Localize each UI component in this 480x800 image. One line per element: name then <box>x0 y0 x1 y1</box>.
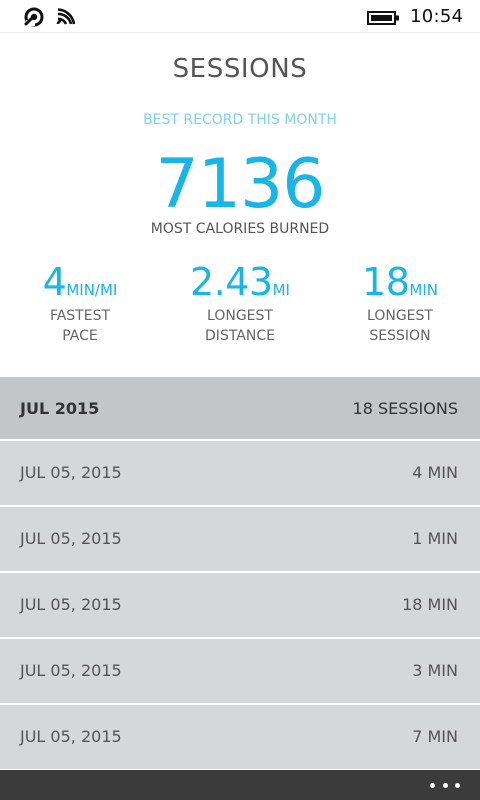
session-row[interactable]: JUL 05, 2015 7 MIN <box>0 705 480 771</box>
session-count: 18 SESSIONS <box>352 399 458 418</box>
stat-label-line2: SESSION <box>369 328 431 344</box>
page-title: SESSIONS <box>172 54 308 84</box>
stat-unit: MI <box>272 281 290 299</box>
calories-label: MOST CALORIES BURNED <box>150 221 330 237</box>
more-icon[interactable] <box>430 778 460 792</box>
stat-unit: MIN <box>409 281 438 299</box>
best-record-label: BEST RECORD THIS MONTH <box>143 112 337 128</box>
session-duration: 18 MIN <box>402 595 458 614</box>
stat-label-line1: LONGEST <box>367 308 433 324</box>
session-duration: 7 MIN <box>412 727 458 746</box>
more-dot <box>455 782 460 788</box>
session-date: JUL 05, 2015 <box>20 727 122 746</box>
calories-value: 7136 <box>155 145 325 224</box>
more-dot <box>442 782 448 788</box>
session-row[interactable]: JUL 05, 2015 4 MIN <box>0 441 480 507</box>
stat-unit: MIN/MI <box>66 281 118 299</box>
status-bar: 10:54 <box>0 0 480 33</box>
session-row[interactable]: JUL 05, 2015 3 MIN <box>0 639 480 705</box>
signal-icon <box>24 7 44 27</box>
status-clock: 10:54 <box>410 6 464 27</box>
session-duration: 1 MIN <box>412 529 458 548</box>
stat-fastest-pace: 4MIN/MI FASTEST PACE <box>0 260 160 346</box>
stat-value: 18 <box>362 260 410 304</box>
more-dot <box>430 782 435 788</box>
battery-icon <box>367 11 399 25</box>
month-label: JUL 2015 <box>20 399 100 418</box>
session-date: JUL 05, 2015 <box>20 661 122 680</box>
session-date: JUL 05, 2015 <box>20 463 122 482</box>
stat-label-line2: DISTANCE <box>205 328 275 344</box>
stat-longest-distance: 2.43MI LONGEST DISTANCE <box>160 260 320 346</box>
month-group-header[interactable]: JUL 2015 18 SESSIONS <box>0 377 480 441</box>
stat-label-line1: FASTEST <box>49 308 111 324</box>
stat-value: 4 <box>42 260 67 304</box>
app-bar <box>0 770 480 800</box>
stat-label-line1: LONGEST <box>207 308 273 324</box>
wifi-icon <box>56 8 75 25</box>
session-row[interactable]: JUL 05, 2015 1 MIN <box>0 507 480 573</box>
session-date: JUL 05, 2015 <box>20 595 122 614</box>
stat-value: 2.43 <box>190 260 273 304</box>
stat-label-line2: PACE <box>62 328 98 344</box>
session-row[interactable]: JUL 05, 2015 18 MIN <box>0 573 480 639</box>
session-date: JUL 05, 2015 <box>20 529 122 548</box>
session-duration: 3 MIN <box>412 661 458 680</box>
sessions-list: JUL 2015 18 SESSIONS JUL 05, 2015 4 MIN … <box>0 377 480 771</box>
stat-longest-session: 18MIN LONGEST SESSION <box>320 260 480 346</box>
session-duration: 4 MIN <box>412 463 458 482</box>
